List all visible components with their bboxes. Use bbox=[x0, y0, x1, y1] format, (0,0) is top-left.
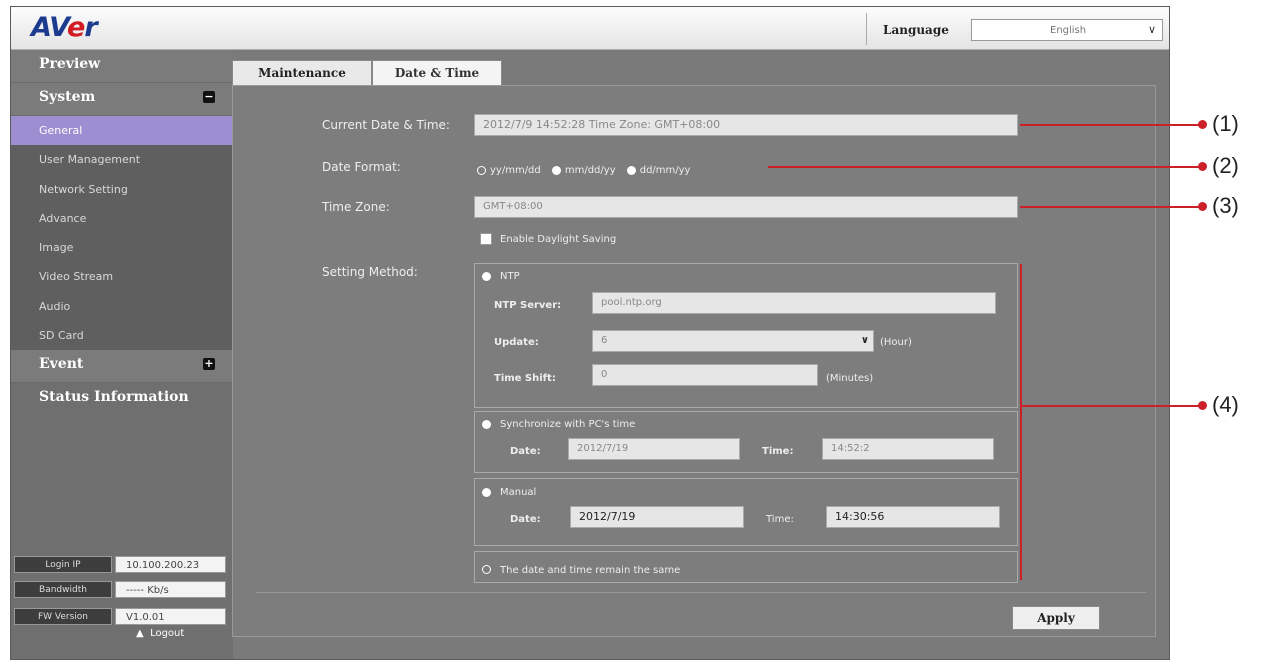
callout-label-2: (2) bbox=[1212, 153, 1239, 178]
chevron-down-icon[interactable]: ∨ bbox=[1144, 22, 1160, 38]
fw-version-value: V1.0.01 bbox=[115, 608, 226, 625]
ntp-radio[interactable] bbox=[482, 272, 491, 281]
manual-time-label: Time: bbox=[766, 514, 794, 525]
date-format-radio-yymmdd[interactable] bbox=[477, 166, 486, 175]
date-format-option-label: dd/mm/yy bbox=[639, 165, 691, 176]
manual-date-label: Date: bbox=[510, 514, 541, 525]
sync-pc-radio[interactable] bbox=[482, 420, 491, 429]
sidebar-item-user-management[interactable]: User Management bbox=[11, 145, 233, 174]
sidebar: Preview System − General User Management… bbox=[11, 50, 233, 659]
ntp-server-input[interactable]: pool.ntp.org bbox=[592, 292, 996, 314]
manual-time-input[interactable]: 14:30:56 bbox=[826, 506, 1000, 528]
login-ip-label: Login IP bbox=[14, 556, 112, 573]
nav-system[interactable]: System − bbox=[11, 83, 233, 116]
language-label: Language bbox=[883, 23, 949, 37]
callout-line-3 bbox=[1020, 206, 1202, 208]
ntp-label: NTP bbox=[500, 271, 520, 282]
date-format-radio-ddmmyy[interactable] bbox=[626, 166, 636, 175]
user-icon: ▲ bbox=[136, 628, 144, 639]
date-format-option-label: yy/mm/dd bbox=[490, 165, 541, 176]
sidebar-item-sd-card[interactable]: SD Card bbox=[11, 321, 233, 350]
nav-preview[interactable]: Preview bbox=[11, 50, 233, 83]
collapse-icon[interactable]: − bbox=[203, 91, 215, 103]
sidebar-item-advance[interactable]: Advance bbox=[11, 204, 233, 233]
language-value: English bbox=[1050, 25, 1087, 36]
ntp-server-label: NTP Server: bbox=[494, 300, 562, 311]
callout-dot-1 bbox=[1198, 120, 1207, 129]
login-ip-row: Login IP 10.100.200.23 bbox=[14, 556, 226, 575]
fw-version-row: FW Version V1.0.01 bbox=[14, 608, 226, 627]
aver-logo: AVer bbox=[31, 12, 98, 43]
time-shift-unit: (Minutes) bbox=[826, 373, 874, 384]
logout-link[interactable]: ▲ Logout bbox=[136, 628, 184, 639]
language-select[interactable]: English ∨ bbox=[971, 19, 1163, 41]
manual-radio[interactable] bbox=[482, 488, 491, 497]
sidebar-item-image[interactable]: Image bbox=[11, 233, 233, 262]
callout-dot-2 bbox=[1198, 162, 1207, 171]
nav-event[interactable]: Event + bbox=[11, 350, 233, 384]
sidebar-item-network-setting[interactable]: Network Setting bbox=[11, 175, 233, 204]
manual-date-input[interactable]: 2012/7/19 bbox=[570, 506, 744, 528]
apply-divider bbox=[256, 592, 1146, 593]
callout-label-3: (3) bbox=[1212, 193, 1239, 218]
remain-label: The date and time remain the same bbox=[500, 565, 681, 576]
sync-time-field: 14:52:2 bbox=[822, 438, 994, 460]
fw-version-label: FW Version bbox=[14, 608, 112, 625]
tab-maintenance[interactable]: Maintenance bbox=[232, 60, 372, 85]
manual-label: Manual bbox=[500, 487, 537, 498]
expand-icon[interactable]: + bbox=[203, 358, 215, 371]
date-format-option-label: mm/dd/yy bbox=[564, 165, 616, 176]
bandwidth-row: Bandwidth ----- Kb/s bbox=[14, 581, 226, 600]
current-date-time-field: 2012/7/9 14:52:28 Time Zone: GMT+08:00 bbox=[474, 114, 1018, 136]
callout-bracket-4 bbox=[1020, 264, 1022, 580]
sidebar-item-audio[interactable]: Audio bbox=[11, 292, 233, 321]
header-bar: AVer Language English ∨ bbox=[11, 7, 1169, 50]
callout-label-1: (1) bbox=[1212, 111, 1239, 136]
sidebar-item-video-stream[interactable]: Video Stream bbox=[11, 262, 233, 291]
sync-pc-label: Synchronize with PC's time bbox=[500, 419, 636, 430]
update-value: 6 bbox=[601, 335, 608, 346]
setting-method-label: Setting Method: bbox=[322, 265, 418, 279]
daylight-saving-checkbox[interactable] bbox=[480, 233, 492, 245]
time-shift-label: Time Shift: bbox=[494, 373, 556, 384]
tab-date-time[interactable]: Date & Time bbox=[372, 60, 502, 85]
update-label: Update: bbox=[494, 337, 539, 348]
update-select[interactable]: 6 ∨ bbox=[592, 330, 874, 352]
header-divider bbox=[866, 13, 867, 45]
system-submenu: General User Management Network Setting … bbox=[11, 116, 233, 351]
bandwidth-label: Bandwidth bbox=[14, 581, 112, 598]
remain-radio[interactable] bbox=[482, 565, 491, 574]
callout-line-2 bbox=[768, 166, 1202, 168]
date-format-label: Date Format: bbox=[322, 160, 401, 174]
sync-time-label: Time: bbox=[762, 446, 794, 457]
apply-button[interactable]: Apply bbox=[1012, 606, 1100, 630]
nav-status-information[interactable]: Status Information bbox=[11, 383, 233, 415]
daylight-saving-label: Enable Daylight Saving bbox=[500, 234, 617, 245]
time-zone-field[interactable]: GMT+08:00 bbox=[474, 196, 1018, 218]
sidebar-item-general[interactable]: General bbox=[11, 116, 233, 146]
login-ip-value: 10.100.200.23 bbox=[115, 556, 226, 573]
callout-label-4: (4) bbox=[1212, 392, 1239, 417]
time-shift-input[interactable]: 0 bbox=[592, 364, 818, 386]
bandwidth-value: ----- Kb/s bbox=[115, 581, 226, 598]
time-zone-label: Time Zone: bbox=[322, 200, 390, 214]
callout-line-4 bbox=[1020, 405, 1202, 407]
update-unit: (Hour) bbox=[880, 337, 912, 348]
callout-dot-3 bbox=[1198, 202, 1207, 211]
sync-date-label: Date: bbox=[510, 446, 541, 457]
callout-line-1 bbox=[1020, 124, 1202, 126]
sync-date-field: 2012/7/19 bbox=[568, 438, 740, 460]
date-format-group: yy/mm/dd mm/dd/yy dd/mm/yy bbox=[477, 160, 696, 179]
chevron-down-icon[interactable]: ∨ bbox=[861, 331, 869, 351]
callout-dot-4 bbox=[1198, 401, 1207, 410]
date-format-radio-mmddyy[interactable] bbox=[551, 166, 561, 175]
current-date-time-label: Current Date & Time: bbox=[322, 118, 450, 132]
